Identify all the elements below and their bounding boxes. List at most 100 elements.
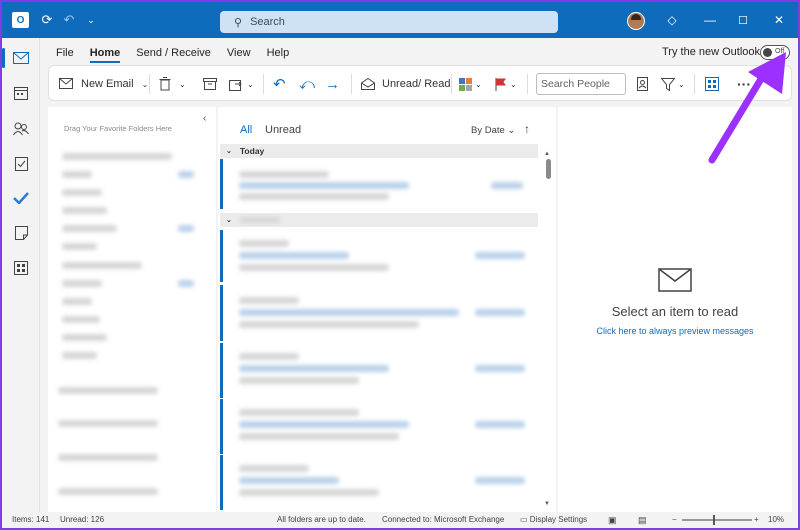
zoom-slider-thumb[interactable]	[713, 515, 715, 525]
reading-pane-title: Select an item to read	[611, 304, 739, 319]
list-item[interactable]	[220, 343, 538, 398]
menu-file[interactable]: File	[48, 47, 82, 59]
reply-icon[interactable]: ↶	[273, 74, 286, 94]
blurred-account[interactable]	[58, 387, 158, 394]
archive-button[interactable]	[203, 74, 217, 94]
envelope-open-icon	[361, 78, 375, 90]
tasks-icon[interactable]	[11, 153, 31, 173]
blurred-sender	[239, 409, 359, 416]
chevron-down-icon[interactable]: ⌄	[247, 80, 254, 89]
normal-view-icon[interactable]: ▣	[608, 515, 617, 526]
blurred-account[interactable]	[58, 488, 158, 495]
blurred-folder[interactable]	[62, 171, 92, 178]
blurred-folder[interactable]	[62, 153, 172, 160]
search-placeholder: Search	[250, 16, 285, 28]
blurred-folder[interactable]	[62, 316, 100, 323]
chevron-down-icon: ⌄	[226, 217, 232, 224]
blurred-folder[interactable]	[62, 352, 97, 359]
todo-check-icon[interactable]	[11, 188, 31, 208]
premium-diamond-icon[interactable]: ◇	[664, 12, 680, 28]
menu-send-receive[interactable]: Send / Receive	[128, 47, 219, 59]
blurred-time	[475, 477, 525, 484]
ribbon-divider	[451, 74, 452, 94]
group-header-today[interactable]: ⌄ Today	[220, 144, 538, 158]
search-people-placeholder: Search People	[541, 78, 610, 90]
blurred-folder[interactable]	[62, 189, 102, 196]
scroll-up-arrow-icon[interactable]: ▲	[544, 151, 550, 157]
zoom-out-icon[interactable]: −	[672, 515, 677, 524]
zoom-in-icon[interactable]: +	[754, 515, 759, 524]
notes-icon[interactable]	[11, 223, 31, 243]
calendar-icon[interactable]	[11, 83, 31, 103]
sort-direction-icon[interactable]: ↑	[524, 122, 530, 136]
list-item[interactable]	[220, 230, 538, 282]
scroll-down-arrow-icon[interactable]: ▼	[544, 501, 550, 507]
move-folder-icon	[229, 78, 243, 91]
blurred-sender	[239, 353, 299, 360]
forward-icon[interactable]: →	[325, 74, 340, 94]
group-header-blurred[interactable]: ⌄	[220, 213, 538, 227]
categorize-icon	[459, 77, 472, 91]
address-book-icon[interactable]	[637, 74, 648, 94]
blurred-folder[interactable]	[62, 298, 92, 305]
blurred-folder[interactable]	[62, 207, 107, 214]
list-item[interactable]	[220, 455, 538, 510]
blurred-account[interactable]	[58, 420, 158, 427]
blurred-subject	[239, 477, 339, 484]
rail-active-indicator	[2, 48, 5, 68]
mail-icon[interactable]	[11, 48, 31, 68]
apps-icon[interactable]	[11, 258, 31, 278]
tab-unread[interactable]: Unread	[265, 124, 301, 136]
chevron-down-icon[interactable]: ⌄	[142, 80, 149, 89]
sync-icon[interactable]: ⟳	[38, 11, 56, 29]
chevron-down-icon[interactable]: ⌄	[179, 80, 186, 89]
flag-button[interactable]: ⌄	[495, 74, 517, 94]
chevron-down-icon[interactable]: ⌄	[678, 80, 685, 89]
chevron-down-icon[interactable]: ⌄	[510, 80, 517, 89]
unread-read-button[interactable]: Unread/ Read	[361, 74, 451, 94]
sort-by-dropdown[interactable]: By Date ⌄	[471, 125, 515, 136]
reply-all-icon[interactable]: ⤺	[299, 74, 315, 94]
new-email-label: New Email	[81, 78, 134, 90]
close-icon[interactable]: ✕	[771, 12, 787, 28]
move-button[interactable]: ⌄	[229, 74, 254, 94]
search-people-input[interactable]: Search People	[536, 73, 626, 95]
blurred-folder[interactable]	[62, 334, 107, 341]
undo-icon[interactable]: ↶	[60, 11, 78, 29]
customize-toolbar-icon[interactable]: ⌄	[82, 11, 100, 29]
tab-all[interactable]: All	[240, 124, 252, 136]
blurred-account[interactable]	[58, 454, 158, 461]
categorize-button[interactable]: ⌄	[459, 74, 482, 94]
menu-home[interactable]: Home	[82, 47, 129, 63]
list-item[interactable]	[220, 159, 538, 209]
maximize-icon[interactable]: ☐	[735, 12, 751, 28]
delete-button[interactable]: ⌄	[159, 74, 186, 94]
filter-button[interactable]: ⌄	[661, 74, 685, 94]
zoom-slider[interactable]	[682, 519, 752, 521]
app-rail	[2, 38, 40, 512]
display-settings-button[interactable]: ▭ Display Settings	[520, 515, 587, 524]
new-email-button[interactable]: New Email ⌄	[59, 74, 148, 94]
avatar[interactable]	[627, 12, 645, 30]
chevron-down-icon[interactable]: ⌄	[475, 80, 482, 89]
scroll-thumb[interactable]	[546, 159, 551, 179]
blurred-folder[interactable]	[62, 280, 102, 287]
blurred-preview	[239, 433, 399, 440]
blurred-subject	[239, 421, 409, 428]
message-list-scrollbar[interactable]: ▲ ▼	[544, 151, 552, 509]
blurred-folder[interactable]	[62, 243, 97, 250]
search-input[interactable]: ⚲ Search	[220, 11, 558, 33]
menu-view[interactable]: View	[219, 47, 259, 59]
blurred-subject	[239, 365, 389, 372]
minimize-icon[interactable]: —	[702, 12, 718, 28]
blurred-time	[475, 365, 525, 372]
blurred-folder[interactable]	[62, 262, 142, 269]
list-item[interactable]	[220, 399, 538, 454]
always-preview-link[interactable]: Click here to always preview messages	[558, 326, 792, 336]
menu-help[interactable]: Help	[259, 47, 298, 59]
list-item[interactable]	[220, 285, 538, 341]
collapse-pane-icon[interactable]: ‹	[203, 113, 206, 124]
blurred-folder[interactable]	[62, 225, 117, 232]
reading-view-icon[interactable]: ▤	[638, 515, 647, 526]
people-icon[interactable]	[11, 119, 31, 139]
